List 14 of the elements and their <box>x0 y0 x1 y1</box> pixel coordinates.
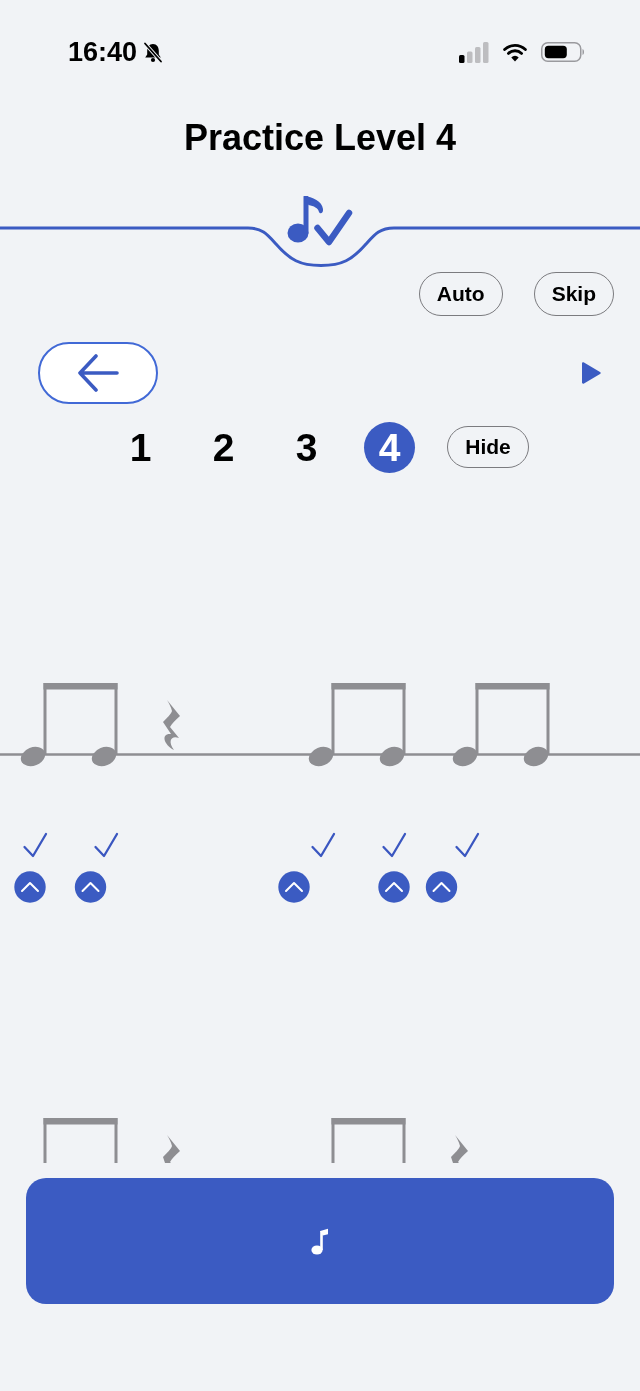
signal-icon <box>459 41 489 63</box>
battery-icon <box>541 42 585 62</box>
level-tab[interactable]: 2 <box>198 421 249 473</box>
level-tab[interactable]: 3 <box>281 421 332 473</box>
play-icon[interactable] <box>580 362 601 384</box>
bell-slash-icon <box>143 41 164 63</box>
music-note-check-icon <box>287 195 353 246</box>
music-note-icon <box>311 1227 329 1255</box>
status-time: 16:40 <box>68 38 138 66</box>
back-arrow-icon <box>77 354 119 392</box>
wifi-icon <box>503 42 527 62</box>
level-tab[interactable]: 4 <box>364 421 415 473</box>
level-tab[interactable]: 1 <box>115 421 166 473</box>
page-title: Practice Level 4 <box>182 116 458 160</box>
